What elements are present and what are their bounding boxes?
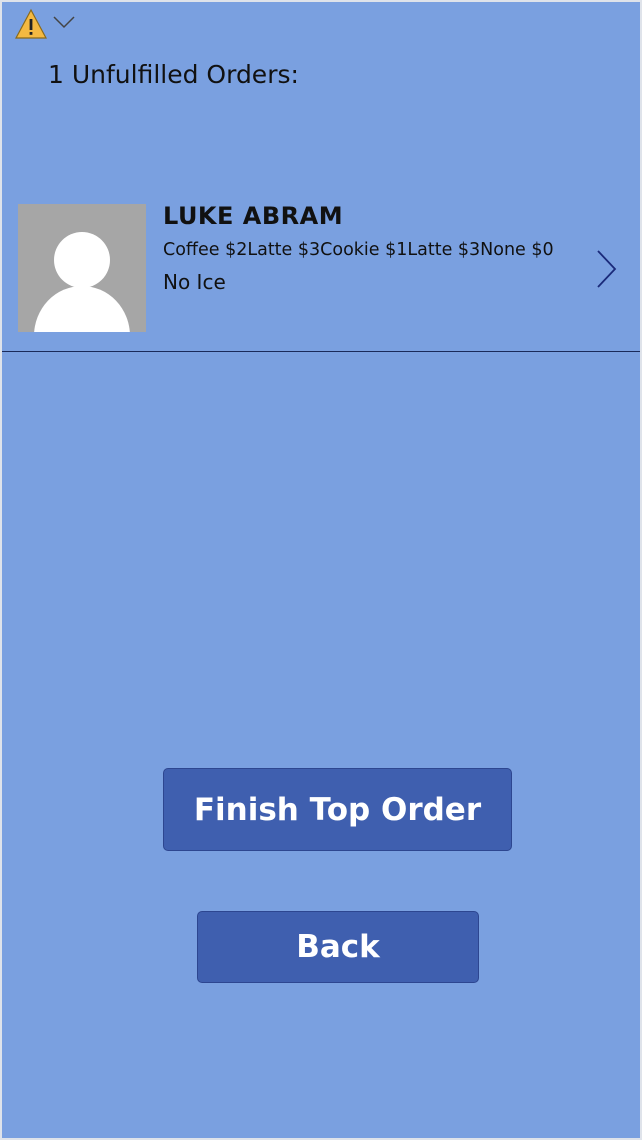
order-list-item[interactable]: LUKE ABRAM Coffee $2Latte $3Cookie $1Lat… (2, 202, 640, 352)
chevron-down-icon[interactable] (52, 14, 76, 30)
finish-top-order-button[interactable]: Finish Top Order (163, 768, 512, 851)
back-button[interactable]: Back (197, 911, 479, 983)
customer-name: LUKE ABRAM (163, 202, 344, 230)
person-icon (18, 204, 146, 332)
order-items: Coffee $2Latte $3Cookie $1Latte $3None $… (163, 240, 554, 260)
list-divider (2, 351, 640, 352)
page-title: 1 Unfulfilled Orders: (48, 60, 299, 89)
app-screen: 1 Unfulfilled Orders: LUKE ABRAM Coffee … (0, 0, 642, 1140)
warning-icon[interactable] (14, 8, 48, 40)
chevron-right-icon[interactable] (594, 248, 618, 290)
order-note: No Ice (163, 270, 226, 294)
